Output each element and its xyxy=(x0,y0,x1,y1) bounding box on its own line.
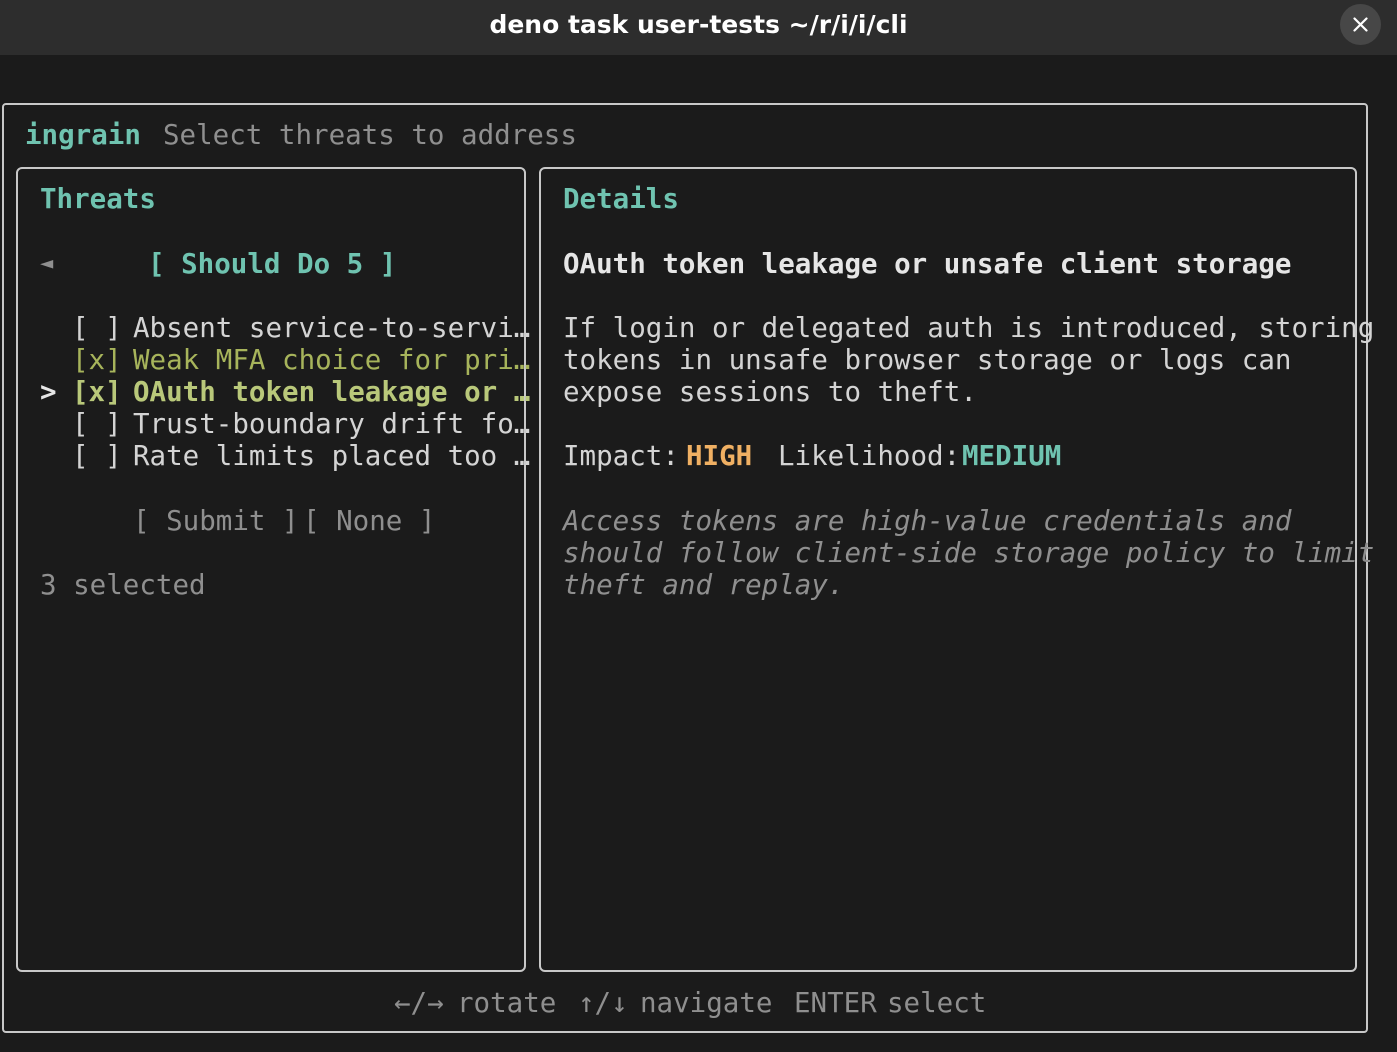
likelihood-value: MEDIUM xyxy=(962,440,1062,472)
threat-group-tab[interactable]: [ Should Do 5 ] xyxy=(148,247,396,281)
checkbox[interactable]: [x] xyxy=(72,375,122,409)
app-name: ingrain xyxy=(25,119,141,151)
description-line: tokens in unsafe browser storage or logs… xyxy=(563,344,1292,376)
checkbox[interactable]: [ ] xyxy=(72,311,122,345)
close-button[interactable] xyxy=(1340,4,1381,45)
threat-item-label: Rate limits placed too … xyxy=(133,440,531,472)
window-title: deno task user-tests ~/r/i/i/cli xyxy=(489,10,908,39)
checkbox[interactable]: [x] xyxy=(72,343,122,377)
navigate-keys: ↑/↓ xyxy=(578,987,628,1019)
checkbox[interactable]: [ ] xyxy=(72,439,122,473)
cursor-indicator: > xyxy=(40,376,57,408)
rationale-line: should follow client-side storage policy… xyxy=(563,537,1375,569)
rotate-left-icon[interactable]: ◄ xyxy=(40,247,53,281)
select-keys: ENTER xyxy=(794,987,877,1019)
rationale-line: Access tokens are high-value credentials… xyxy=(563,505,1292,537)
likelihood-label: Likelihood: xyxy=(778,440,961,472)
window-titlebar: deno task user-tests ~/r/i/i/cli xyxy=(0,0,1397,55)
impact-value: HIGH xyxy=(686,440,753,472)
threats-panel-title: Threats xyxy=(40,183,156,215)
rotate-hint: rotate xyxy=(457,987,557,1019)
threat-item-label: OAuth token leakage or … xyxy=(133,376,531,408)
none-button[interactable]: [ None ] xyxy=(303,504,435,538)
threat-item-label: Absent service-to-servi… xyxy=(133,312,531,344)
details-panel-title: Details xyxy=(563,183,679,215)
threat-item-label: Trust-boundary drift fo… xyxy=(133,408,531,440)
threat-item-label: Weak MFA choice for pri… xyxy=(133,344,531,376)
page-prompt: Select threats to address xyxy=(163,119,577,151)
description-line: expose sessions to theft. xyxy=(563,376,977,408)
submit-button[interactable]: [ Submit ] xyxy=(133,504,299,538)
rotate-keys: ←/→ xyxy=(394,987,444,1019)
rationale-line: theft and replay. xyxy=(563,569,845,601)
close-icon xyxy=(1353,17,1368,32)
description-line: If login or delegated auth is introduced… xyxy=(563,312,1375,344)
selected-count: 3 selected xyxy=(40,569,206,601)
threat-heading: OAuth token leakage or unsafe client sto… xyxy=(563,248,1292,280)
checkbox[interactable]: [ ] xyxy=(72,407,122,441)
select-hint: select xyxy=(887,987,987,1019)
navigate-hint: navigate xyxy=(640,987,773,1019)
impact-label: Impact: xyxy=(563,440,679,472)
